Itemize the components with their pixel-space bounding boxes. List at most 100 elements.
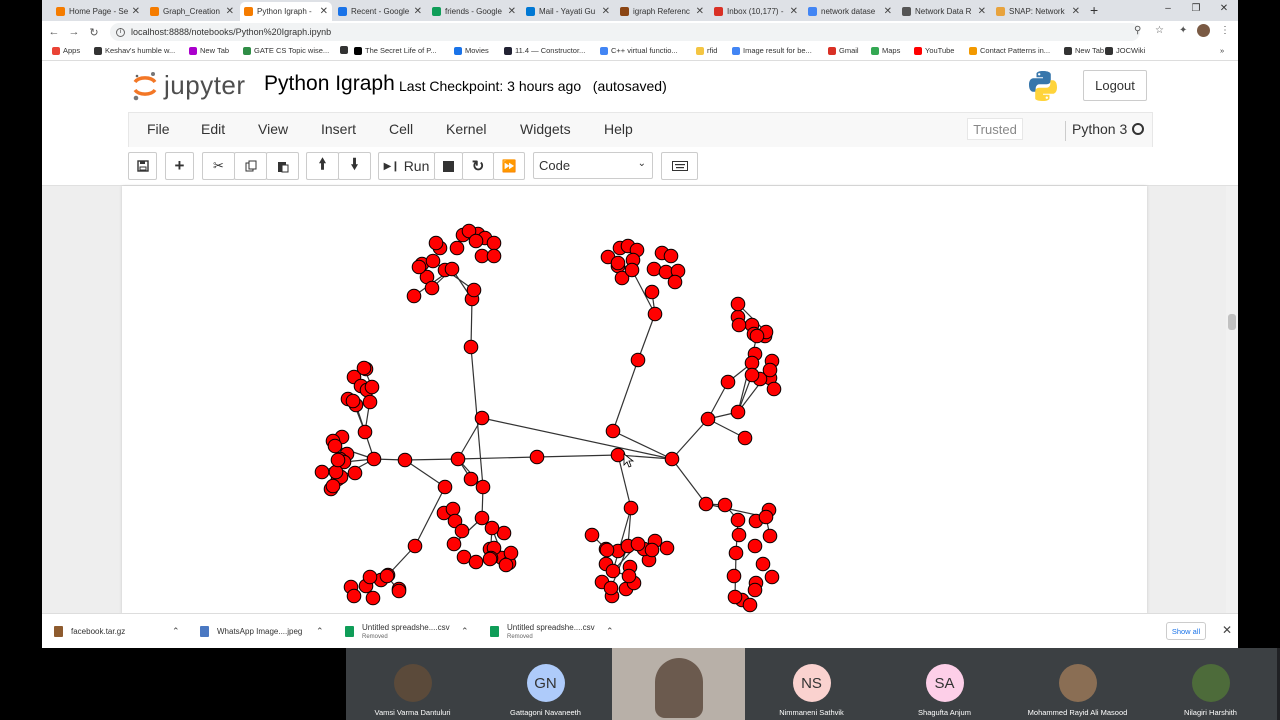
zoom-icon[interactable]: ⚲: [1134, 25, 1141, 36]
browser-tab[interactable]: Python Igraph - ✕: [240, 2, 332, 21]
insert-cell-button[interactable]: +: [165, 152, 194, 180]
menu-kernel[interactable]: Kernel: [446, 121, 486, 137]
paste-button[interactable]: [266, 152, 299, 180]
bookmark-item[interactable]: Image result for be...: [732, 46, 812, 55]
forward-icon[interactable]: →: [66, 26, 82, 38]
restart-run-all-button[interactable]: ⏩: [493, 152, 525, 180]
participant-tile[interactable]: Vamsi Varma Dantuluri: [346, 648, 479, 720]
browser-tab[interactable]: Mail - Yayati Gu ✕: [522, 2, 614, 21]
cut-button[interactable]: ✂: [202, 152, 235, 180]
kernel-name[interactable]: Python 3: [1065, 121, 1127, 141]
notebook-title[interactable]: Python Igraph: [264, 72, 395, 96]
copy-button[interactable]: [234, 152, 267, 180]
browser-tab[interactable]: Inbox (10,177) - ✕: [710, 2, 802, 21]
download-item[interactable]: Untitled spreadshe....csv Removed ⌃: [345, 614, 475, 648]
tab-close-icon[interactable]: ✕: [602, 6, 610, 17]
bookmark-item[interactable]: The Secret Life of P...: [354, 46, 437, 55]
profile-avatar[interactable]: [1197, 24, 1210, 37]
menu-view[interactable]: View: [258, 121, 288, 137]
bookmark-item[interactable]: YouTube: [914, 46, 954, 55]
bookmark-item[interactable]: Maps: [871, 46, 900, 55]
menu-edit[interactable]: Edit: [201, 121, 225, 137]
browser-tab[interactable]: Recent - Google ✕: [334, 2, 426, 21]
chevron-up-icon[interactable]: ⌃: [461, 626, 469, 637]
interrupt-button[interactable]: [434, 152, 463, 180]
tab-close-icon[interactable]: ✕: [884, 6, 892, 17]
browser-tab[interactable]: SNAP: Network ✕: [992, 2, 1084, 21]
tab-close-icon[interactable]: ✕: [696, 6, 704, 17]
tab-close-icon[interactable]: ✕: [226, 6, 234, 17]
bookmark-item[interactable]: Keshav's humble w...: [94, 46, 175, 55]
url-field[interactable]: i localhost:8888/notebooks/Python%20Igra…: [110, 23, 1140, 41]
participant-tile[interactable]: Mohammed Rayid Ali Masood: [1011, 648, 1144, 720]
close-downloads-icon[interactable]: ✕: [1222, 623, 1232, 637]
browser-tab[interactable]: Graph_Creation ✕: [146, 2, 238, 21]
bookmark-item[interactable]: [340, 46, 351, 54]
reload-icon[interactable]: ↻: [86, 26, 102, 39]
close-window-icon[interactable]: ✕: [1210, 0, 1238, 20]
maximize-icon[interactable]: ❐: [1182, 0, 1210, 20]
bookmark-item[interactable]: 11.4 — Constructor...: [504, 46, 585, 55]
browser-tab[interactable]: Network Data R ✕: [898, 2, 990, 21]
back-icon[interactable]: ←: [46, 26, 62, 38]
scrollbar-thumb[interactable]: [1228, 314, 1236, 330]
bookmark-item[interactable]: New Tab: [1064, 46, 1104, 55]
participant-tile[interactable]: NS Nimmaneni Sathvik: [745, 648, 878, 720]
bookmark-item[interactable]: rfid: [696, 46, 717, 55]
show-all-button[interactable]: Show all: [1166, 622, 1206, 640]
bookmark-item[interactable]: New Tab: [189, 46, 229, 55]
bookmark-item[interactable]: Gmail: [828, 46, 859, 55]
participant-tile[interactable]: GN Gattagoni Navaneeth: [479, 648, 612, 720]
browser-tab[interactable]: Home Page - Se ✕: [52, 2, 144, 21]
extensions-icon[interactable]: ✦: [1179, 25, 1187, 36]
menu-insert[interactable]: Insert: [321, 121, 356, 137]
participant-tile[interactable]: SA Shagufta Anjum: [878, 648, 1011, 720]
output-cell[interactable]: [122, 186, 1147, 614]
more-bookmarks-icon[interactable]: »: [1220, 46, 1224, 55]
download-item[interactable]: WhatsApp Image....jpeg ⌃: [200, 614, 330, 648]
page-scrollbar[interactable]: [1226, 186, 1238, 614]
chevron-up-icon[interactable]: ⌃: [316, 626, 324, 637]
tab-close-icon[interactable]: ✕: [508, 6, 516, 17]
jupyter-logo[interactable]: jupyter: [132, 70, 246, 101]
browser-tab[interactable]: igraph Referenc ✕: [616, 2, 708, 21]
tab-close-icon[interactable]: ✕: [320, 6, 328, 17]
cell-type-select[interactable]: Code ⌄: [533, 152, 653, 179]
bookmark-item[interactable]: Apps: [52, 46, 80, 55]
restart-button[interactable]: ↻: [462, 152, 494, 180]
browser-menu-icon[interactable]: ⋮: [1220, 25, 1230, 36]
bookmark-item[interactable]: Contact Patterns in...: [969, 46, 1050, 55]
participant-tile[interactable]: Nilagiri Harshith: [1144, 648, 1277, 720]
menu-help[interactable]: Help: [604, 121, 633, 137]
bookmark-star-icon[interactable]: ☆: [1155, 25, 1164, 36]
menu-cell[interactable]: Cell: [389, 121, 413, 137]
chevron-up-icon[interactable]: ⌃: [606, 626, 614, 637]
tab-close-icon[interactable]: ✕: [414, 6, 422, 17]
bookmark-item[interactable]: C++ virtual functio...: [600, 46, 678, 55]
menu-widgets[interactable]: Widgets: [520, 121, 571, 137]
run-button[interactable]: ▶❙ Run: [378, 152, 435, 180]
info-icon[interactable]: i: [116, 27, 125, 37]
tab-close-icon[interactable]: ✕: [978, 6, 986, 17]
minimize-icon[interactable]: –: [1154, 0, 1182, 20]
trusted-indicator[interactable]: Trusted: [967, 118, 1023, 140]
tab-close-icon[interactable]: ✕: [132, 6, 140, 17]
bookmark-item[interactable]: Movies: [454, 46, 489, 55]
move-up-button[interactable]: 🠙: [306, 152, 339, 180]
download-item[interactable]: Untitled spreadshe....csv Removed ⌃: [490, 614, 620, 648]
command-palette-button[interactable]: [661, 152, 698, 180]
move-down-button[interactable]: 🠛: [338, 152, 371, 180]
browser-tab[interactable]: network datase ✕: [804, 2, 896, 21]
new-tab-button[interactable]: +: [1090, 2, 1098, 18]
chevron-up-icon[interactable]: ⌃: [172, 626, 180, 637]
bookmark-item[interactable]: JOCWiki: [1105, 46, 1145, 55]
tab-close-icon[interactable]: ✕: [1072, 6, 1080, 17]
participant-tile[interactable]: [612, 648, 745, 720]
browser-tab[interactable]: friends - Google ✕: [428, 2, 520, 21]
menu-file[interactable]: File: [147, 121, 170, 137]
download-item[interactable]: facebook.tar.gz ⌃: [54, 614, 184, 648]
bookmark-item[interactable]: GATE CS Topic wise...: [243, 46, 329, 55]
save-button[interactable]: [128, 152, 157, 180]
tab-close-icon[interactable]: ✕: [790, 6, 798, 17]
logout-button[interactable]: Logout: [1083, 70, 1147, 101]
